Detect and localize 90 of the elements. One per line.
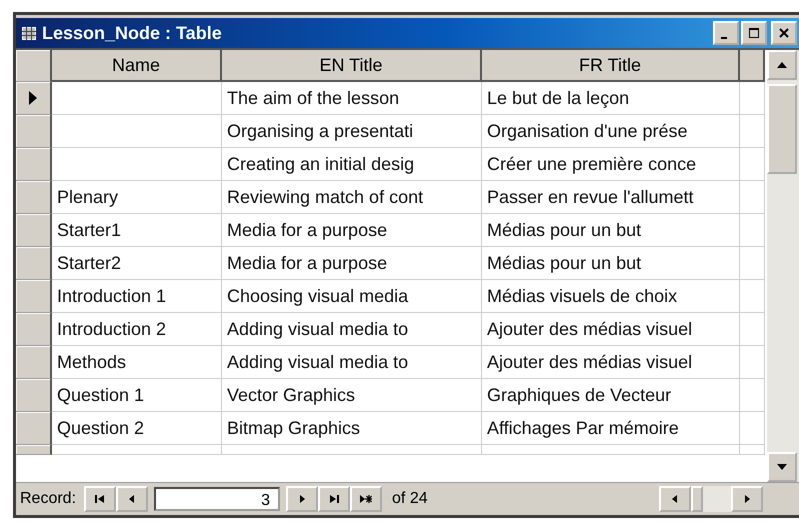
table-cell: [740, 379, 765, 412]
table-cell: Creating an initial desig: [222, 148, 482, 181]
scroll-down-button[interactable]: [767, 452, 797, 482]
record-selector[interactable]: [16, 115, 52, 148]
record-count: of 24: [392, 490, 428, 508]
maximize-icon: [748, 27, 760, 39]
record-selector[interactable]: [16, 280, 52, 313]
table-cell: Adding visual media to: [222, 346, 482, 379]
record-selector[interactable]: [16, 346, 52, 379]
current-record-icon: [28, 91, 38, 105]
record-selector[interactable]: [16, 82, 52, 115]
scroll-left-button[interactable]: [659, 486, 691, 512]
table-cell: Vector Graphics: [222, 379, 482, 412]
table-cell: [740, 313, 765, 346]
scroll-up-button[interactable]: [767, 50, 797, 80]
next-record-button[interactable]: [286, 486, 318, 512]
table-cell: Ajouter des médias visuel: [482, 313, 740, 346]
previous-record-button[interactable]: [116, 486, 148, 512]
table-cell: The aim of the lesson: [222, 82, 482, 115]
table-cell: Créer une première conce: [482, 148, 740, 181]
scroll-thumb[interactable]: [767, 84, 797, 174]
record-label: Record:: [20, 490, 76, 508]
table-cell: [740, 115, 765, 148]
record-selector[interactable]: [16, 181, 52, 214]
table-cell: Organisation d'une prése: [482, 115, 740, 148]
close-button[interactable]: [771, 21, 797, 45]
table-cell: [740, 148, 765, 181]
table-cell: [740, 346, 765, 379]
table-cell: Médias pour un but: [482, 214, 740, 247]
right-arrow-icon: [297, 494, 308, 504]
table-cell: Ajouter des médias visuel: [482, 346, 740, 379]
table-cell: Introduction 2: [52, 313, 222, 346]
last-icon: [329, 494, 340, 504]
record-selector[interactable]: [16, 247, 52, 280]
record-selector[interactable]: [16, 445, 52, 455]
maximize-button[interactable]: [741, 21, 767, 45]
column-header[interactable]: FR Title: [482, 50, 740, 82]
table-cell: Médias visuels de choix: [482, 280, 740, 313]
table-cell: Le but de la leçon: [482, 82, 740, 115]
record-selector[interactable]: [16, 214, 52, 247]
table-cell: Reviewing match of cont: [222, 181, 482, 214]
down-arrow-icon: [777, 464, 787, 470]
last-record-button[interactable]: [318, 486, 350, 512]
column-header[interactable]: EN Title: [222, 50, 482, 82]
record-selector[interactable]: [16, 148, 52, 181]
right-arrow-icon: [743, 494, 751, 504]
column-header[interactable]: Name: [52, 50, 222, 82]
record-selector[interactable]: [16, 412, 52, 445]
scroll-right-button[interactable]: [731, 486, 763, 512]
table-cell: Adding visual media to: [222, 313, 482, 346]
first-record-button[interactable]: [84, 486, 116, 512]
table-cell: [740, 445, 765, 455]
table-cell: [740, 280, 765, 313]
left-arrow-icon: [671, 494, 679, 504]
table-cell: Plenary: [52, 181, 222, 214]
horizontal-scroll-thumb[interactable]: [691, 486, 703, 512]
table-cell: Question 1: [52, 379, 222, 412]
table-cell: Media for a purpose: [222, 247, 482, 280]
window-title: Lesson_Node : Table: [42, 22, 222, 44]
table-cell: Organising a presentati: [222, 115, 482, 148]
table-cell: [740, 247, 765, 280]
table-cell: Choosing visual media: [222, 280, 482, 313]
table-cell: [740, 82, 765, 115]
table-cell: Starter1: [52, 214, 222, 247]
table-cell: [740, 181, 765, 214]
table-cell: Médias pour un but: [482, 247, 740, 280]
up-arrow-icon: [777, 62, 787, 68]
select-all-corner[interactable]: [16, 50, 52, 82]
table-cell: Affichages Par mémoire: [482, 412, 740, 445]
table-cell: [740, 412, 765, 445]
table-cell: Question 2: [52, 412, 222, 445]
table-cell: Bitmap Graphics: [222, 412, 482, 445]
new-record-icon: [360, 494, 372, 504]
table-cell: [740, 214, 765, 247]
record-number-field[interactable]: 3: [154, 487, 280, 511]
new-record-button[interactable]: [350, 486, 382, 512]
table-cell: Methods: [52, 346, 222, 379]
table-cell: Media for a purpose: [222, 214, 482, 247]
record-selector[interactable]: [16, 313, 52, 346]
table-cell: Starter2: [52, 247, 222, 280]
table-cell: Passer en revue l'allumett: [482, 181, 740, 214]
minimize-icon: [721, 37, 727, 39]
record-selector[interactable]: [16, 379, 52, 412]
close-icon: [778, 27, 790, 39]
table-cell: Introduction 1: [52, 280, 222, 313]
first-icon: [95, 494, 106, 504]
column-header[interactable]: [740, 50, 765, 82]
table-cell: Graphiques de Vecteur: [482, 379, 740, 412]
table-icon: [22, 26, 36, 40]
vertical-scrollbar[interactable]: [767, 50, 799, 482]
